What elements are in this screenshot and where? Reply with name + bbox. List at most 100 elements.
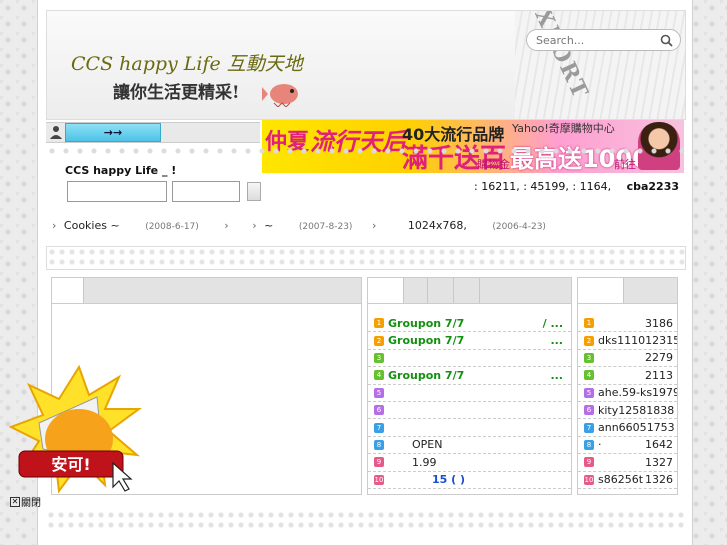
rank-badge: 4 — [374, 370, 384, 381]
site-logo[interactable]: CCS happy Life 互動天地 — [71, 49, 303, 76]
panel-tab[interactable] — [428, 278, 454, 303]
site-stats: : 16211, : 45199, : 1164, cba2233 — [474, 180, 679, 193]
rank-badge: 1 — [374, 318, 384, 329]
panel-tab[interactable] — [368, 278, 404, 303]
chevron-right-icon: › — [224, 219, 229, 232]
member-count: 1642 — [645, 438, 673, 452]
ranking-row[interactable]: 8 · 1642 — [578, 437, 677, 455]
topic-title[interactable]: 1.99 — [412, 456, 437, 469]
ranking-row[interactable]: 4 2113 — [578, 367, 677, 385]
floating-ad[interactable]: 安可! — [9, 365, 145, 497]
member-name[interactable]: ahe.59-ks — [598, 386, 652, 399]
rank-badge: 3 — [374, 352, 384, 363]
username-field[interactable] — [67, 181, 167, 202]
topic-row[interactable]: 9 1.99 — [368, 454, 571, 472]
rank-badge: 10 — [374, 474, 384, 485]
rank-badge: 7 — [374, 422, 384, 433]
ranking-row[interactable]: 2 dks111012315 — [578, 332, 677, 350]
divider-strip — [46, 145, 686, 159]
member-count: 1979 — [652, 386, 677, 400]
panel-header-strip — [46, 246, 686, 270]
ranking-row[interactable]: 1 3186 — [578, 315, 677, 333]
topic-row[interactable]: 2 Groupon 7/7... — [368, 332, 571, 350]
rank-badge: 5 — [374, 387, 384, 398]
rank-badge: 4 — [584, 370, 594, 381]
panel-tab[interactable] — [52, 278, 84, 303]
topic-title[interactable]: Groupon 7/7 — [388, 334, 464, 347]
member-count: 1327 — [645, 455, 673, 469]
newest-member-link[interactable]: cba2233 — [627, 180, 679, 193]
member-count: 2315 — [652, 334, 677, 348]
rank-badge: 6 — [374, 405, 384, 416]
news-date: (2006-4-23) — [492, 222, 546, 232]
news-date: (2007-8-23) — [298, 222, 353, 232]
news-link[interactable]: Cookies ~ — [64, 219, 120, 232]
member-count: 3186 — [645, 316, 673, 330]
topic-row[interactable]: 4 Groupon 7/7... — [368, 367, 571, 385]
search-box[interactable] — [526, 29, 681, 51]
nav-bar: →→ — [46, 122, 260, 143]
member-count: 1838 — [646, 403, 675, 417]
ranking-row[interactable]: 10 s86256t 1326 — [578, 472, 677, 489]
floating-ad-close[interactable]: ✕ 關閉 — [10, 494, 41, 509]
site-header: XPORT CCS happy Life 互動天地 讓你生活更精采! — [46, 10, 686, 120]
ranking-row[interactable]: 6 kity1258 1838 — [578, 402, 677, 420]
member-name[interactable]: · — [598, 438, 602, 451]
member-name[interactable]: s86256t — [598, 473, 643, 486]
topic-title[interactable]: OPEN — [412, 438, 442, 451]
rank-badge: 2 — [374, 335, 384, 346]
topic-row[interactable]: 1 Groupon 7/7 / ... — [368, 315, 571, 333]
rank-badge: 7 — [584, 422, 594, 433]
panel-tab[interactable] — [454, 278, 480, 303]
close-icon[interactable]: ✕ — [10, 496, 20, 507]
news-link[interactable]: ~ — [264, 219, 273, 232]
member-count: 1753 — [646, 421, 675, 435]
search-input[interactable] — [536, 33, 654, 47]
panel-tab[interactable] — [404, 278, 428, 303]
rank-badge: 3 — [584, 352, 594, 363]
news-link[interactable]: 1024x768, — [408, 219, 467, 232]
rank-badge: 10 — [584, 474, 594, 485]
banner-text: Yahoo!奇摩購物中心 — [512, 122, 615, 135]
member-name[interactable]: kity1258 — [598, 404, 646, 417]
password-field[interactable] — [172, 181, 240, 202]
site-slogan: 讓你生活更精采! — [113, 83, 240, 103]
ranking-row[interactable]: 3 2279 — [578, 350, 677, 368]
chevron-right-icon: › — [371, 219, 377, 232]
topic-row[interactable]: 7 — [368, 419, 571, 437]
floating-ad-label: 安可! — [51, 455, 90, 474]
close-label[interactable]: 關閉 — [21, 494, 41, 509]
ranking-row[interactable]: 5 ahe.59-ks1979 — [578, 385, 677, 402]
ranking-row[interactable]: 7 ann6605 1753 — [578, 419, 677, 437]
chevron-right-icon: › — [52, 219, 57, 232]
topic-title[interactable]: 15 ( ) — [432, 473, 465, 486]
member-count: 1326 — [645, 473, 673, 487]
ranking-list: 1 3186 2 dks111012315 3 2279 4 2113 5 ahe.59-ks19… — [578, 304, 677, 489]
topic-row[interactable]: 3 — [368, 350, 571, 368]
news-date: (2008-6-17) — [145, 222, 199, 232]
topic-row[interactable]: 6 — [368, 402, 571, 420]
topic-title[interactable]: Groupon 7/7 — [388, 369, 464, 382]
search-icon[interactable] — [660, 34, 673, 47]
member-count: 2279 — [645, 351, 673, 365]
topic-title[interactable]: Groupon 7/7 — [388, 317, 464, 330]
topic-row[interactable]: 5 — [368, 385, 571, 402]
topic-extra: / ... — [542, 316, 563, 330]
rank-badge: 8 — [374, 439, 384, 450]
panel-tab[interactable] — [578, 278, 624, 303]
nav-tab[interactable]: →→ — [65, 123, 161, 142]
user-icon[interactable] — [49, 125, 63, 140]
panel-tabs — [52, 278, 361, 304]
ranking-row[interactable]: 9 1327 — [578, 454, 677, 472]
member-name[interactable]: dks11101 — [598, 334, 652, 347]
topic-row[interactable]: 8 OPEN — [368, 437, 571, 455]
rank-badge: 9 — [374, 457, 384, 468]
mascot-icon — [262, 84, 298, 107]
panel-topics: 1 Groupon 7/7 / ... 2 Groupon 7/7... 3 4 Groupo… — [367, 277, 572, 495]
topic-row[interactable]: 10 15 ( ) — [368, 472, 571, 489]
rank-badge: 8 — [584, 439, 594, 450]
topic-list: 1 Groupon 7/7 / ... 2 Groupon 7/7... 3 4 Groupo… — [368, 304, 571, 489]
login-button[interactable] — [247, 182, 261, 201]
welcome-text: CCS happy Life _ ! — [65, 164, 177, 177]
member-name[interactable]: ann6605 — [598, 421, 647, 434]
